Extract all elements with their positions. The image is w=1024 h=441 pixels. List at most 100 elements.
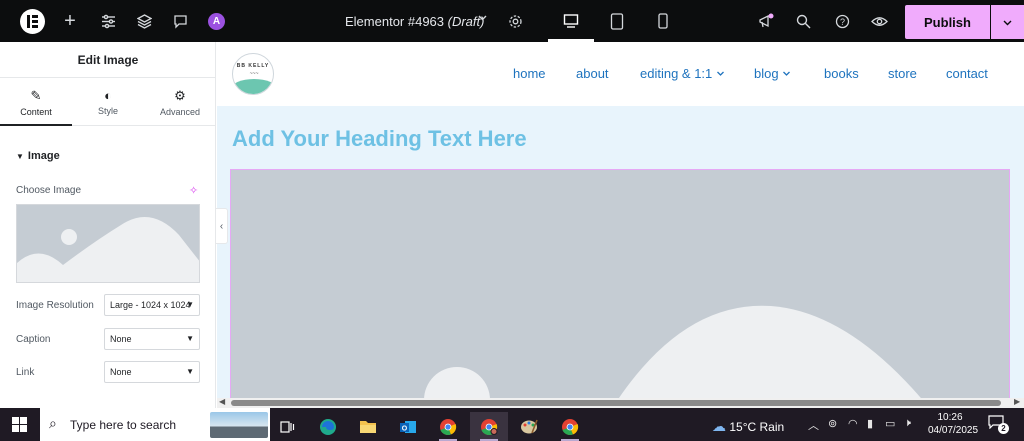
tab-advanced[interactable]: ⚙ Advanced [144, 78, 216, 126]
nav-editing[interactable]: editing & 1:1 [640, 66, 725, 81]
heading-widget[interactable]: Add Your Heading Text Here [232, 126, 527, 152]
collapse-panel-chevron-icon[interactable]: ‹ [216, 208, 228, 244]
tab-label: Style [97, 106, 118, 116]
logo-scribble: ~~~ [249, 71, 259, 77]
section-toggle-image[interactable]: ▼ Image [16, 150, 60, 162]
weather-widget[interactable]: ☁ 15°C Rain [712, 418, 784, 435]
caret-down-icon: ▼ [186, 334, 194, 343]
editor-top-bar: + A Elementor #4963 (Draft) ? Publish [0, 0, 1024, 42]
site-settings-icon[interactable] [97, 10, 119, 32]
edge-browser-icon[interactable] [309, 412, 347, 441]
select-value: Large - 1024 x 1024 [110, 300, 191, 310]
gear-icon: ⚙ [174, 88, 186, 103]
tab-style[interactable]: ◐ Style [72, 78, 144, 126]
weather-desc: Rain [759, 420, 785, 434]
notification-count-badge: 2 [998, 423, 1009, 434]
taskbar-search-box[interactable]: ⌕ Type here to search [40, 408, 270, 441]
elementor-logo-icon[interactable] [20, 9, 45, 34]
notifications-icon[interactable]: 2 [988, 415, 1009, 434]
chrome-icon[interactable] [429, 412, 467, 441]
tab-label: Content [20, 107, 52, 117]
usb-device-icon[interactable]: ▮ [867, 417, 873, 430]
site-logo[interactable]: BB KELLY ~~~ [232, 53, 274, 95]
half-circle-icon: ◐ [104, 88, 112, 103]
chrome-second-window-icon[interactable] [551, 412, 589, 441]
image-resolution-select[interactable]: Large - 1024 x 1024 ▼ [104, 294, 200, 316]
publish-button[interactable]: Publish [905, 5, 990, 39]
preview-eye-icon[interactable] [868, 10, 890, 32]
add-element-icon[interactable]: + [59, 10, 81, 32]
chevron-down-icon [716, 66, 725, 81]
search-highlight-image [210, 412, 268, 438]
link-select[interactable]: None ▼ [104, 361, 200, 383]
search-placeholder: Type here to search [70, 418, 177, 432]
search-icon[interactable] [792, 10, 814, 32]
responsive-mode-switcher [548, 0, 692, 42]
caret-down-icon: ▼ [16, 152, 24, 161]
caret-down-icon: ▼ [186, 367, 194, 376]
system-clock[interactable]: 10:26 04/07/2025 [928, 411, 978, 437]
panel-title: Edit Image [0, 42, 216, 78]
ai-icon[interactable]: A [208, 13, 225, 30]
wifi-icon[interactable]: ◠ [848, 417, 858, 430]
pencil-icon: ✎ [30, 88, 42, 103]
link-label: Link [16, 367, 35, 378]
tab-content[interactable]: ✎ Content [0, 78, 72, 126]
file-explorer-icon[interactable] [349, 412, 387, 441]
weather-temp: 15°C [729, 420, 757, 434]
nav-label: editing & 1:1 [640, 66, 713, 81]
document-title[interactable]: Elementor #4963 (Draft) [345, 14, 484, 29]
panel-tabs: ✎ Content ◐ Style ⚙ Advanced [0, 78, 216, 126]
rain-cloud-icon: ☁ [712, 418, 726, 434]
layers-icon[interactable] [133, 10, 155, 32]
placeholder-landscape-icon [17, 217, 199, 282]
ai-sparkle-icon[interactable]: ✧ [189, 184, 198, 197]
chevron-down-icon [782, 66, 791, 81]
comments-icon[interactable] [169, 10, 191, 32]
caption-label: Caption [16, 334, 51, 345]
image-widget-placeholder[interactable] [230, 169, 1010, 408]
volume-icon[interactable]: 🕨 [904, 417, 911, 430]
document-settings-gear-icon[interactable] [504, 10, 526, 32]
show-hidden-icons-chevron-icon[interactable]: ︿ [808, 417, 819, 433]
mobile-icon[interactable] [640, 0, 686, 42]
tablet-icon[interactable] [594, 0, 640, 42]
scrollbar-thumb[interactable] [231, 400, 1001, 406]
horizontal-scrollbar[interactable]: ◀ ▶ [217, 397, 1024, 408]
nav-label: blog [754, 66, 779, 81]
logo-text: BB KELLY [236, 63, 270, 69]
nav-home[interactable]: home [513, 66, 546, 81]
chevron-down-icon[interactable] [477, 12, 488, 26]
scroll-left-arrow-icon[interactable]: ◀ [219, 397, 225, 406]
chrome-profile-icon[interactable] [470, 412, 508, 441]
battery-icon[interactable]: ▭ [885, 417, 895, 430]
paint-palette-icon[interactable] [510, 412, 548, 441]
tab-label: Advanced [159, 107, 201, 117]
widget-settings-panel: Edit Image ✎ Content ◐ Style ⚙ Advanced … [0, 42, 216, 408]
nav-blog[interactable]: blog [754, 66, 791, 81]
publish-options-chevron-icon[interactable] [991, 5, 1024, 39]
nav-contact[interactable]: contact [946, 66, 988, 81]
nav-about[interactable]: about [576, 66, 609, 81]
nav-books[interactable]: books [824, 66, 859, 81]
scroll-right-arrow-icon[interactable]: ▶ [1014, 397, 1020, 406]
select-value: None [110, 367, 132, 377]
preview-canvas: BB KELLY ~~~ home about editing & 1:1 bl… [217, 42, 1024, 408]
whats-new-megaphone-icon[interactable] [755, 10, 777, 32]
windows-taskbar: ⌕ Type here to search O ☁ 15°C Rain ︿ ⊚ … [0, 408, 1024, 441]
svg-text:?: ? [839, 17, 844, 27]
image-picker-placeholder[interactable] [16, 204, 200, 283]
search-icon: ⌕ [49, 415, 57, 431]
image-resolution-label: Image Resolution [16, 300, 94, 311]
clock-time: 10:26 [937, 412, 963, 423]
nav-store[interactable]: store [888, 66, 917, 81]
task-view-icon[interactable] [268, 412, 306, 441]
caption-select[interactable]: None ▼ [104, 328, 200, 350]
select-value: None [110, 334, 132, 344]
section-title: Image [27, 150, 60, 162]
windows-start-icon[interactable] [12, 417, 27, 432]
help-icon[interactable]: ? [831, 10, 853, 32]
outlook-icon[interactable]: O [389, 412, 427, 441]
desktop-icon[interactable] [548, 0, 594, 42]
meet-now-icon[interactable]: ⊚ [828, 417, 837, 430]
